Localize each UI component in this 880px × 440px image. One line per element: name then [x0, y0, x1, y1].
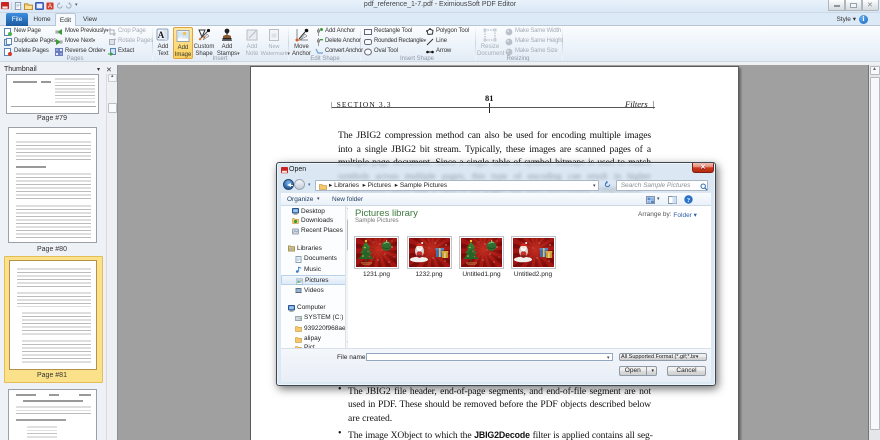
svg-text:A: A — [158, 30, 165, 40]
svg-text:?: ? — [687, 197, 690, 204]
